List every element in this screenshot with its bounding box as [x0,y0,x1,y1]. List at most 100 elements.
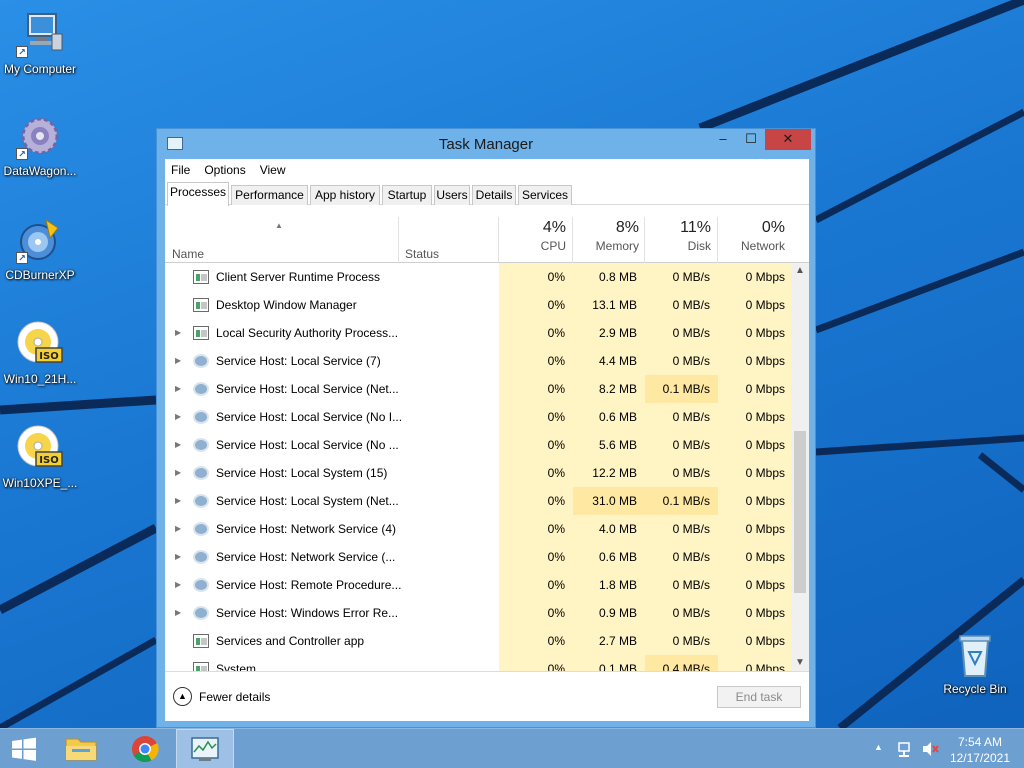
network-tray[interactable] [896,729,916,768]
process-cpu: 0% [547,410,565,424]
network-label: Network [740,239,785,253]
desktop-icon-label: Win10_21H... [3,372,77,386]
footer-bar: ▲ Fewer details End task [165,671,809,721]
process-disk: 0.1 MB/s [645,375,718,403]
process-disk: 0 MB/s [672,466,710,480]
process-row[interactable]: Desktop Window Manager 0% 13.1 MB 0 MB/s 0 M… [165,291,791,319]
expand-arrow-icon[interactable]: ▶ [175,459,181,487]
cpu-label: CPU [540,239,566,253]
network-total-percent: 0% [761,219,785,236]
process-cpu: 0% [547,382,565,396]
column-header-name[interactable]: Name [172,247,204,261]
expand-arrow-icon[interactable]: ▶ [175,487,181,515]
process-row[interactable]: ▶ Local Security Authority Process... 0% 2.… [165,319,791,347]
process-row[interactable]: ▶ Service Host: Network Service (... 0% 0.6… [165,543,791,571]
desktop-icon-win10-21h[interactable]: ISO Win10_21H... [0,320,80,386]
process-row[interactable]: ▶ Service Host: Network Service (4) 0% 4.0 … [165,515,791,543]
process-row[interactable]: Client Server Runtime Process 0% 0.8 MB 0 M… [165,263,791,291]
menu-view[interactable]: View [260,163,286,177]
expand-arrow-icon[interactable]: ▶ [175,431,181,459]
expand-arrow-icon[interactable]: ▶ [175,347,181,375]
tab-performance[interactable]: Performance [231,185,308,205]
tab-processes[interactable]: Processes [167,182,229,206]
start-button[interactable] [0,729,48,768]
close-button[interactable]: ✕ [765,129,811,150]
desktop-icon-label: My Computer [3,62,77,76]
column-header-memory[interactable]: 8% Memory [569,205,639,263]
application-window-icon [193,662,209,671]
process-memory: 8.2 MB [598,382,637,396]
expand-arrow-icon[interactable]: ▶ [175,515,181,543]
tab-users[interactable]: Users [434,185,470,205]
service-gear-icon [193,522,209,536]
column-header-cpu[interactable]: 4% CPU [496,205,566,263]
expand-arrow-icon[interactable]: ▶ [175,599,181,627]
process-memory: 1.8 MB [598,578,637,592]
process-row[interactable]: ▶ Service Host: Local Service (No I... 0% 0… [165,403,791,431]
taskbar-task-manager[interactable] [176,729,234,768]
desktop-icon-recycle-bin[interactable]: Recycle Bin [935,630,1015,696]
title-bar[interactable]: Task Manager – ☐ ✕ [157,129,815,159]
minimize-button[interactable]: – [709,129,737,150]
desktop-icon-cdburnerxp[interactable]: ↗ CDBurnerXP [0,216,80,282]
process-network: 0 Mbps [745,466,785,480]
process-row[interactable]: System 0% 0.1 MB 0.4 MB/s 0 Mbps [165,655,791,671]
process-memory: 0.1 MB [598,662,637,671]
application-window-icon [193,270,209,284]
process-name: Local Security Authority Process... [216,326,399,340]
process-row[interactable]: ▶ Service Host: Local System (15) 0% 12.2 M… [165,459,791,487]
expand-arrow-icon[interactable]: ▶ [175,375,181,403]
scroll-down-arrow-icon[interactable]: ▼ [791,655,809,671]
column-header-network[interactable]: 0% Network [715,205,785,263]
process-name: Service Host: Network Service (4) [216,522,397,536]
process-row[interactable]: ▶ Service Host: Local Service (Net... 0% 8.… [165,375,791,403]
scroll-up-arrow-icon[interactable]: ▲ [791,263,809,279]
desktop-icon-label: DataWagon... [3,164,77,178]
process-cpu: 0% [547,578,565,592]
tab-app-history[interactable]: App history [310,185,380,205]
process-memory: 5.6 MB [598,438,637,452]
desktop-icon-my-computer[interactable]: ↗ My Computer [0,10,80,76]
maximize-button[interactable]: ☐ [737,129,765,150]
process-row[interactable]: ▶ Service Host: Remote Procedure... 0% 1.8 … [165,571,791,599]
system-clock[interactable]: 7:54 AM 12/17/2021 [950,734,1010,766]
process-network: 0 Mbps [745,494,785,508]
end-task-button[interactable]: End task [717,686,801,708]
show-hidden-icons[interactable]: ▲ [874,729,888,768]
process-row[interactable]: ▶ Service Host: Windows Error Re... 0% 0.9 … [165,599,791,627]
column-divider[interactable] [398,217,399,263]
process-row[interactable]: ▶ Service Host: Local System (Net... 0% 31.… [165,487,791,515]
column-header-disk[interactable]: 11% Disk [641,205,711,263]
tab-services[interactable]: Services [518,185,572,205]
expand-arrow-icon[interactable]: ▶ [175,571,181,599]
process-cpu: 0% [547,494,565,508]
taskbar-chrome[interactable] [120,729,170,768]
chevron-up-icon: ▲ [173,687,192,706]
recycle-bin-icon [951,630,999,678]
process-row[interactable]: Services and Controller app 0% 2.7 MB 0 MB/… [165,627,791,655]
expand-arrow-icon[interactable]: ▶ [175,543,181,571]
desktop-icon-win10xpe[interactable]: ISO Win10XPE_... [0,424,80,490]
process-list[interactable]: Client Server Runtime Process 0% 0.8 MB 0 M… [165,263,791,671]
process-disk: 0 MB/s [672,326,710,340]
process-name: Service Host: Local Service (Net... [216,382,399,396]
taskbar-file-explorer[interactable] [56,729,106,768]
tab-startup[interactable]: Startup [382,185,432,205]
expand-arrow-icon[interactable]: ▶ [175,403,181,431]
process-row[interactable]: ▶ Service Host: Local Service (No ... 0% 5.… [165,431,791,459]
application-window-icon [193,298,209,312]
vertical-scrollbar[interactable]: ▲ ▼ [791,263,809,671]
task-manager-window[interactable]: Task Manager – ☐ ✕ File Options View Pro… [156,128,816,728]
process-row[interactable]: ▶ Service Host: Local Service (7) 0% 4.4 MB… [165,347,791,375]
tab-details[interactable]: Details [472,185,516,205]
menu-options[interactable]: Options [204,163,245,177]
menu-file[interactable]: File [171,163,190,177]
column-header-status[interactable]: Status [405,247,439,261]
desktop-icon-datawagon[interactable]: ↗ DataWagon... [0,112,80,178]
volume-tray[interactable] [920,729,940,768]
process-name: Service Host: Local Service (No ... [216,438,399,452]
windows-logo-icon [12,737,36,761]
scrollbar-thumb[interactable] [794,431,806,593]
fewer-details-link[interactable]: ▲ Fewer details [173,687,270,706]
expand-arrow-icon[interactable]: ▶ [175,319,181,347]
